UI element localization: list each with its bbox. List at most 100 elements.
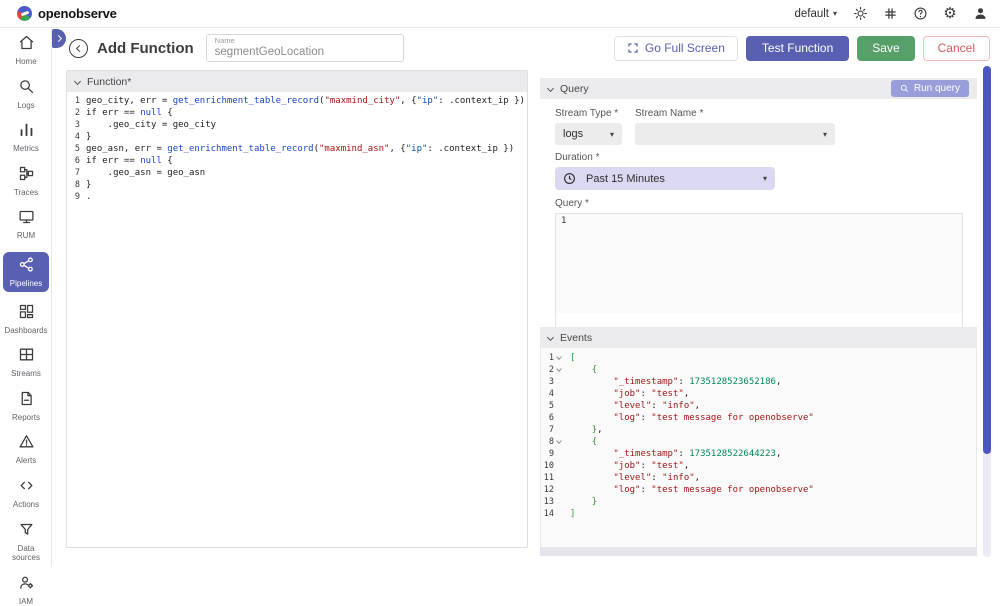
query-line-number: 1: [561, 216, 566, 226]
sidebar-item-rum[interactable]: RUM: [0, 208, 52, 241]
sidebar-item-label: Data sources: [3, 544, 49, 563]
sidebar-item-iam[interactable]: IAM: [0, 574, 52, 606]
sidebar-item-data-sources[interactable]: Data sources: [0, 521, 52, 563]
code-line: 4 "job": "test",: [541, 388, 976, 400]
user-icon[interactable]: [972, 6, 988, 22]
code-line: 3 .geo_city = geo_city: [67, 119, 527, 131]
chevron-down-icon: ▾: [823, 130, 827, 139]
sidebar-item-metrics[interactable]: Metrics: [0, 121, 52, 154]
stream-type-field: Stream Type * logs ▾: [555, 108, 622, 145]
run-query-button[interactable]: Run query: [891, 80, 969, 97]
sidebar-item-dashboards[interactable]: Dashboards: [0, 303, 52, 336]
vertical-scrollbar-track[interactable]: [983, 66, 991, 557]
code-line: 1geo_city, err = get_enrichment_table_re…: [67, 95, 527, 107]
chevron-down-icon: ▾: [610, 130, 614, 139]
name-input-value: segmentGeoLocation: [215, 45, 395, 60]
sidebar-item-traces[interactable]: Traces: [0, 165, 52, 198]
fold-spacer: [554, 424, 564, 436]
code-line: 2if err == null {: [67, 107, 527, 119]
sidebar-item-label: Dashboards: [4, 326, 47, 336]
stream-type-label: Stream Type *: [555, 108, 622, 119]
chevron-down-icon: [74, 78, 81, 85]
sidebar-item-label: IAM: [19, 597, 33, 606]
go-full-screen-button[interactable]: Go Full Screen: [614, 36, 738, 61]
chevron-down-icon: ▾: [833, 9, 837, 18]
sidebar-item-actions[interactable]: Actions: [0, 477, 52, 510]
sun-icon[interactable]: [852, 6, 868, 22]
cancel-button[interactable]: Cancel: [923, 36, 990, 61]
chevron-down-icon: [547, 334, 554, 341]
stream-name-select[interactable]: ▾: [635, 123, 835, 145]
dashboards-icon: [18, 303, 35, 325]
sidebar-item-label: Streams: [11, 369, 41, 379]
stream-name-field: Stream Name * ▾: [635, 108, 835, 145]
sub-header: Add Function Name segmentGeoLocation Go …: [53, 29, 1000, 67]
query-panel-header[interactable]: Query Run query: [540, 78, 977, 99]
fold-chevron-icon[interactable]: [554, 436, 564, 448]
metrics-icon: [18, 121, 35, 143]
clock-icon: [563, 172, 576, 185]
iam-icon: [18, 574, 35, 596]
org-selector-value: default: [794, 8, 829, 20]
events-panel-header[interactable]: Events: [540, 327, 977, 348]
pipelines-icon: [18, 256, 35, 278]
back-button[interactable]: [69, 39, 88, 58]
topbar-icons: ⚙: [852, 6, 988, 22]
fold-chevron-icon[interactable]: [554, 364, 564, 376]
code-line: 1[: [541, 352, 976, 364]
code-line: 3 "_timestamp": 1735128523652186,: [541, 376, 976, 388]
sidebar-item-home[interactable]: Home: [0, 34, 52, 67]
code-line: 2 {: [541, 364, 976, 376]
sidebar-item-label: Home: [15, 57, 36, 67]
query-label: Query *: [555, 198, 962, 209]
sidebar-item-reports[interactable]: Reports: [0, 390, 52, 423]
test-function-button[interactable]: Test Function: [746, 36, 849, 61]
fold-chevron-icon[interactable]: [554, 352, 564, 364]
code-line: 9 "_timestamp": 1735128522644223,: [541, 448, 976, 460]
events-section: Events 1[2 {3 "_timestamp": 173512852365…: [540, 327, 977, 556]
sidebar-item-alerts[interactable]: Alerts: [0, 433, 52, 466]
sidebar-item-label: Actions: [13, 500, 39, 510]
fullscreen-icon: [627, 42, 639, 54]
sidebar-item-label: RUM: [17, 231, 35, 241]
name-input-label: Name: [215, 37, 395, 45]
sidebar-item-label: Alerts: [16, 456, 36, 466]
sidebar-item-streams[interactable]: Streams: [0, 346, 52, 379]
help-icon[interactable]: [912, 6, 928, 22]
fold-spacer: [554, 460, 564, 472]
vertical-scrollbar-thumb[interactable]: [983, 66, 991, 454]
code-line: 12 "log": "test message for openobserve": [541, 484, 976, 496]
save-button[interactable]: Save: [857, 36, 914, 61]
fold-spacer: [554, 508, 564, 520]
fold-spacer: [554, 448, 564, 460]
home-icon: [18, 34, 35, 56]
events-editor[interactable]: 1[2 {3 "_timestamp": 1735128523652186,4 …: [540, 348, 977, 548]
function-code-editor[interactable]: 1geo_city, err = get_enrichment_table_re…: [67, 92, 527, 203]
function-panel-header[interactable]: Function*: [67, 71, 527, 92]
fold-spacer: [554, 496, 564, 508]
stream-type-select[interactable]: logs ▾: [555, 123, 622, 145]
code-line: 4}: [67, 131, 527, 143]
fold-spacer: [554, 484, 564, 496]
org-selector[interactable]: default ▾: [794, 8, 837, 20]
right-column: Query Run query Stream Type * logs ▾ Str…: [540, 78, 977, 330]
horizontal-scrollbar[interactable]: [540, 548, 977, 556]
gear-icon[interactable]: ⚙: [942, 6, 958, 22]
duration-select[interactable]: Past 15 Minutes ▾: [555, 167, 775, 190]
fold-spacer: [554, 388, 564, 400]
slack-icon[interactable]: [882, 6, 898, 22]
query-editor-content: 1: [556, 214, 962, 313]
sidebar: Home Logs Metrics Traces RUM Pipelines Dashboa…: [0, 29, 52, 567]
query-editor[interactable]: 1: [555, 213, 963, 330]
function-name-input[interactable]: Name segmentGeoLocation: [206, 34, 404, 62]
fold-spacer: [554, 376, 564, 388]
actions-icon: [18, 477, 35, 499]
stream-name-label: Stream Name *: [635, 108, 835, 119]
sidebar-item-pipelines[interactable]: Pipelines: [3, 252, 49, 292]
code-line: 5 "level": "info",: [541, 400, 976, 412]
page-title: Add Function: [97, 40, 194, 57]
sidebar-item-label: Reports: [12, 413, 40, 423]
code-line: 9.: [67, 191, 527, 203]
sidebar-item-logs[interactable]: Logs: [0, 78, 52, 111]
chevron-right-icon: [54, 35, 61, 42]
